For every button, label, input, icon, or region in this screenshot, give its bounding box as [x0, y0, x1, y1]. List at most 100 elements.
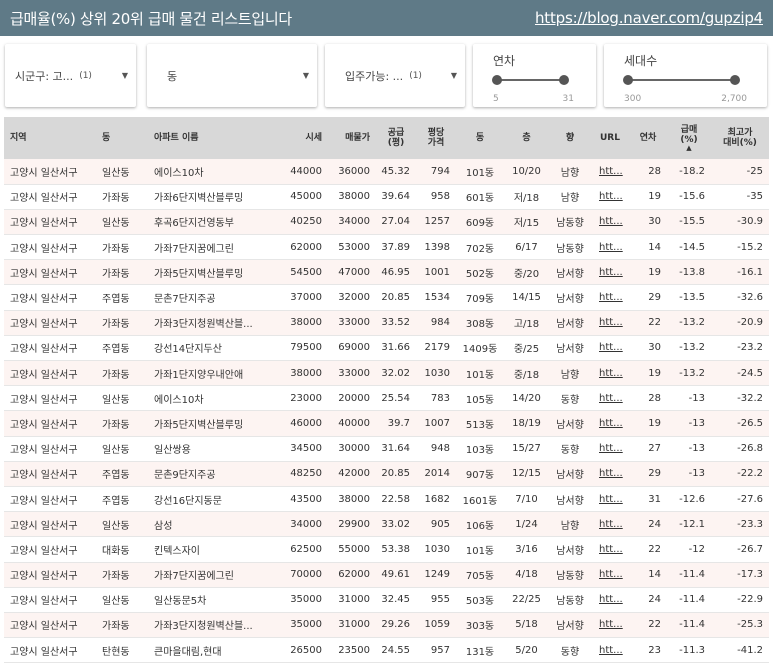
- table-row[interactable]: 고양시 일산서구 가좌동 가좌5단지벽산블루밍 46000 40000 39.7 1007 5…: [4, 410, 769, 437]
- cell-building: 106동: [465, 520, 495, 532]
- cell-vs-max: -23.3: [737, 518, 763, 530]
- cell-url[interactable]: htt...: [591, 335, 629, 360]
- column-header-region[interactable]: 지역: [4, 117, 96, 159]
- age-range-high-handle[interactable]: [559, 75, 569, 85]
- column-header-building[interactable]: 동: [456, 117, 504, 159]
- column-header-age[interactable]: 연차: [629, 117, 667, 159]
- district-dropdown[interactable]: 시군구: 고... (1) ▼: [5, 44, 136, 107]
- table-row[interactable]: 고양시 일산서구 가좌동 가좌3단지청원벽산블... 35000 31000 29.26 1…: [4, 612, 769, 638]
- table-row[interactable]: 고양시 일산서구 가좌동 가좌3단지청원벽산블... 38000 33000 33.52 9…: [4, 310, 769, 336]
- table-row[interactable]: 고양시 일산서구 주엽동 문촌7단지주공 37000 32000 20.85 1534 709…: [4, 284, 769, 311]
- table-row[interactable]: 고양시 일산서구 탄현동 큰마을대림,현대 26500 23500 24.55 957 131…: [4, 637, 769, 663]
- age-range-low-handle[interactable]: [492, 75, 502, 85]
- cell-apt-name: 강선14단지두산: [154, 344, 222, 356]
- table-row[interactable]: 고양시 일산서구 일산동 일산동문5차 35000 31000 32.45 955 503동 2…: [4, 587, 769, 613]
- column-header-price-per-pyeong[interactable]: 평당 가격: [416, 117, 456, 159]
- cell-price-per-pyeong: 783: [430, 392, 450, 404]
- cell-listing-price: 36000: [338, 165, 370, 177]
- cell-discount: -18.2: [679, 165, 705, 177]
- cell-supply-area: 49.61: [381, 569, 410, 581]
- table-row[interactable]: 고양시 일산서구 가좌동 가좌1단지양우내안애 38000 33000 32.02 1030…: [4, 360, 769, 386]
- cell-dong: 주엽동: [102, 294, 130, 306]
- cell-url[interactable]: htt...: [591, 285, 629, 310]
- table-row[interactable]: 고양시 일산서구 가좌동 가좌6단지벽산블루밍 45000 38000 39.64 958 6…: [4, 184, 769, 210]
- cell-region: 고양시 일산서구: [10, 167, 78, 179]
- cell-dong: 대화동: [102, 545, 130, 557]
- households-range-low-handle[interactable]: [623, 75, 633, 85]
- table-row[interactable]: 고양시 일산서구 대화동 킨텍스자이 62500 55000 53.38 1030 101동 3…: [4, 536, 769, 562]
- cell-price-per-pyeong: 1249: [424, 569, 450, 581]
- table-row[interactable]: 고양시 일산서구 가좌동 가좌7단지꿈에그린 70000 62000 49.61 1249 7…: [4, 562, 769, 588]
- cell-discount: -13.2: [679, 317, 705, 329]
- dong-dropdown[interactable]: 동 ▼: [147, 44, 317, 107]
- table-row[interactable]: 고양시 일산서구 주엽동 강선14단지두산 79500 69000 31.66 2179 14…: [4, 335, 769, 361]
- column-header-discount[interactable]: 급매 (%) ▲: [667, 117, 711, 159]
- cell-age: 19: [648, 367, 661, 379]
- cell-discount: -13: [688, 468, 705, 480]
- cell-url[interactable]: htt...: [591, 159, 629, 184]
- column-header-vs-max[interactable]: 최고가 대비(%): [711, 117, 769, 159]
- cell-floor: 6/17: [515, 241, 538, 253]
- cell-url[interactable]: htt...: [591, 411, 629, 436]
- cell-listing-price: 31000: [338, 619, 370, 631]
- column-header-listing-price[interactable]: 매물가: [328, 117, 376, 159]
- cell-apt-name: 킨텍스자이: [154, 545, 200, 557]
- cell-url[interactable]: htt...: [591, 612, 629, 637]
- cell-url[interactable]: htt...: [591, 260, 629, 285]
- cell-url[interactable]: htt...: [591, 361, 629, 386]
- cell-market-price: 23000: [290, 392, 322, 404]
- sort-asc-icon[interactable]: ▲: [669, 145, 709, 152]
- cell-building: 513동: [465, 419, 495, 431]
- table-row[interactable]: 고양시 일산서구 일산동 에이스10차 23000 20000 25.54 783 105동 1…: [4, 385, 769, 411]
- table-row[interactable]: 고양시 일산서구 주엽동 강선16단지동문 43500 38000 22.58 1682 16…: [4, 486, 769, 512]
- cell-url[interactable]: htt...: [591, 310, 629, 335]
- cell-supply-area: 46.95: [381, 266, 410, 278]
- cell-age: 29: [648, 292, 661, 304]
- table-row[interactable]: 고양시 일산서구 가좌동 가좌5단지벽산블루밍 54500 47000 46.95 1001…: [4, 259, 769, 285]
- column-header-url[interactable]: URL: [591, 117, 629, 159]
- cell-dong: 가좌동: [102, 419, 130, 431]
- cell-floor: 중/20: [513, 268, 540, 280]
- cell-url[interactable]: htt...: [591, 638, 629, 663]
- households-range-high-handle[interactable]: [730, 75, 740, 85]
- cell-supply-area: 31.64: [381, 443, 410, 455]
- cell-direction: 남서향: [556, 344, 584, 356]
- cell-url[interactable]: htt...: [591, 562, 629, 587]
- column-header-supply-area[interactable]: 공급 (평): [376, 117, 416, 159]
- cell-supply-area: 39.64: [381, 191, 410, 203]
- table-row[interactable]: 고양시 일산서구 주엽동 문촌9단지주공 48250 42000 20.85 2014 907…: [4, 461, 769, 487]
- blog-link[interactable]: https://blog.naver.com/gupzip4: [535, 9, 763, 27]
- cell-floor: 5/18: [515, 619, 538, 631]
- cell-listing-price: 42000: [338, 468, 370, 480]
- cell-url[interactable]: htt...: [591, 209, 629, 234]
- cell-building: 308동: [465, 319, 495, 331]
- table-row[interactable]: 고양시 일산서구 일산동 후곡6단지건영동부 40250 34000 27.04 1257 6…: [4, 209, 769, 235]
- households-range-max: 2,700: [721, 94, 747, 104]
- cell-url[interactable]: htt...: [591, 461, 629, 486]
- households-range-track[interactable]: [623, 75, 740, 85]
- cell-url[interactable]: htt...: [591, 436, 629, 461]
- table-row[interactable]: 고양시 일산서구 일산동 삼성 34000 29900 33.02 905 106동 1/24 남…: [4, 511, 769, 537]
- cell-discount: -15.6: [679, 191, 705, 203]
- table-row[interactable]: 고양시 일산서구 일산동 에이스10차 44000 36000 45.32 794 101동 1…: [4, 159, 769, 185]
- column-header-direction[interactable]: 향: [549, 117, 591, 159]
- column-header-apt-name[interactable]: 아파트 이름: [148, 117, 278, 159]
- cell-url[interactable]: htt...: [591, 587, 629, 612]
- cell-url[interactable]: htt...: [591, 512, 629, 537]
- cell-url[interactable]: htt...: [591, 386, 629, 411]
- column-header-floor[interactable]: 층: [504, 117, 549, 159]
- column-header-label: 지역: [10, 133, 27, 143]
- cell-url[interactable]: htt...: [591, 184, 629, 209]
- column-header-dong[interactable]: 동: [96, 117, 148, 159]
- table-row[interactable]: 고양시 일산서구 일산동 일산쌍용 34500 30000 31.64 948 103동 15/…: [4, 436, 769, 462]
- column-header-market-price[interactable]: 시세: [278, 117, 328, 159]
- table-row[interactable]: 고양시 일산서구 가좌동 가좌7단지꿈에그린 62000 53000 37.89 1398 7…: [4, 234, 769, 260]
- age-range-track[interactable]: [492, 75, 569, 85]
- cell-building: 103동: [465, 445, 495, 457]
- cell-url[interactable]: htt...: [591, 537, 629, 562]
- cell-price-per-pyeong: 958: [430, 191, 450, 203]
- cell-url[interactable]: htt...: [591, 235, 629, 260]
- cell-age: 19: [648, 266, 661, 278]
- move-in-dropdown[interactable]: 입주가능: ... (1) ▼: [325, 44, 465, 107]
- cell-url[interactable]: htt...: [591, 486, 629, 511]
